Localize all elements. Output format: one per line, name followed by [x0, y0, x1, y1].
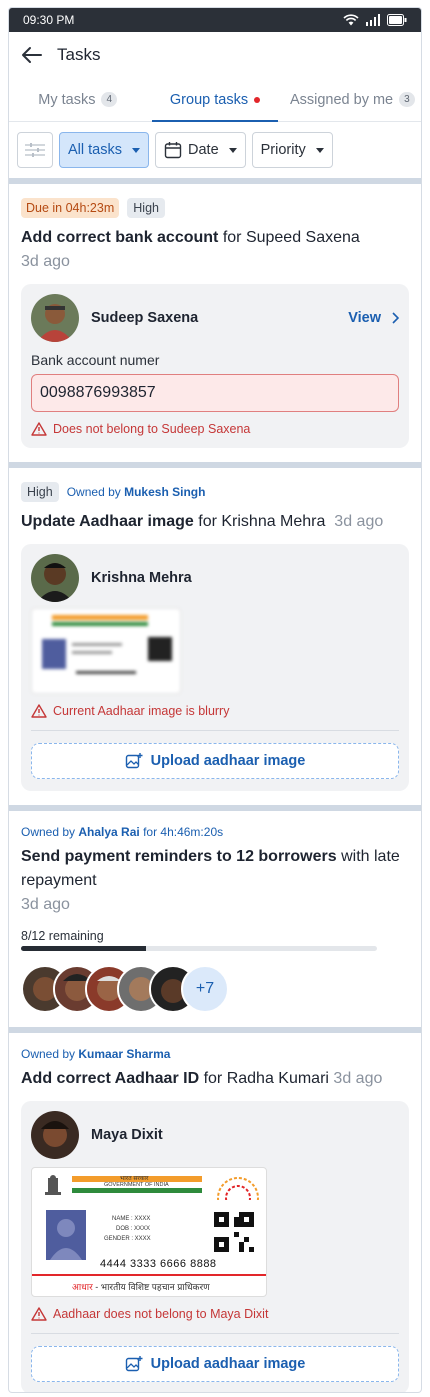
avatar: [31, 554, 79, 602]
task-age: 3d ago: [334, 513, 384, 530]
progress-label: 8/12 remaining: [21, 929, 104, 943]
image-upload-icon: [125, 1356, 143, 1372]
battery-icon: [387, 14, 407, 26]
task-title: Send payment reminders to 12 borrowers w…: [21, 848, 400, 889]
filter-bar: All tasks Date Priority: [9, 122, 421, 178]
tab-label: My tasks: [38, 91, 96, 108]
tab-my-tasks[interactable]: My tasks 4: [9, 78, 146, 121]
wifi-icon: [343, 14, 359, 26]
all-tasks-label: All tasks: [68, 142, 122, 158]
person-name: Sudeep Saxena: [91, 310, 199, 326]
signal-icon: [366, 14, 380, 26]
aadhaar-image-blurry[interactable]: [31, 608, 181, 694]
unread-dot: [254, 96, 261, 103]
task-title: Update Aadhaar image for Krishna Mehra 3…: [21, 513, 384, 530]
avatar: [31, 1111, 79, 1159]
progress-bar: [21, 946, 377, 951]
tab-count-badge: 3: [399, 92, 415, 107]
aadhaar-logo-icon: [217, 1177, 259, 1200]
calendar-icon: [164, 142, 182, 159]
error-message: Aadhaar does not belong to Maya Dixit: [31, 1307, 399, 1321]
bank-account-field[interactable]: 0098876993857: [31, 374, 399, 412]
emblem-icon: [45, 1175, 61, 1195]
warning-icon: [31, 422, 47, 436]
person-name: Maya Dixit: [91, 1127, 163, 1143]
error-message: Current Aadhaar image is blurry: [31, 704, 399, 718]
task-card[interactable]: Owned by Ahalya Rai for 4h:46m:20s Send …: [9, 811, 421, 1027]
error-message: Does not belong to Sudeep Saxena: [31, 422, 399, 436]
person-photo-icon: [46, 1210, 86, 1260]
status-time: 09:30 PM: [23, 13, 75, 27]
aadhaar-card-image[interactable]: भारत सरकार GOVERNMENT OF INDIA NAME : XX…: [31, 1167, 267, 1297]
due-badge: Due in 04h:23m: [21, 198, 120, 218]
owned-by: Owned by Kumaar Sharma: [21, 1047, 171, 1061]
card-name: NAME : XXXX: [112, 1216, 151, 1222]
borrower-avatars[interactable]: +7: [21, 965, 409, 1013]
upload-aadhaar-button[interactable]: Upload aadhaar image: [31, 743, 399, 779]
date-label: Date: [188, 142, 219, 158]
tab-assigned-by-me[interactable]: Assigned by me 3: [284, 78, 421, 121]
tab-bar: My tasks 4 Group tasks Assigned by me 3: [9, 78, 421, 122]
person-name: Krishna Mehra: [91, 570, 192, 586]
priority-label: Priority: [260, 142, 306, 158]
priority-dropdown[interactable]: Priority: [251, 132, 333, 168]
view-button[interactable]: View: [348, 310, 399, 326]
date-dropdown[interactable]: Date: [155, 132, 246, 168]
chevron-down-icon: [315, 147, 324, 153]
field-label: Bank account numer: [31, 352, 160, 368]
task-card[interactable]: Due in 04h:23m High Add correct bank acc…: [9, 184, 421, 462]
card-dob: DOB : XXXX: [116, 1226, 151, 1232]
task-title: Add correct bank account for Supeed Saxe…: [21, 229, 360, 246]
task-detail-panel: Krishna Mehra Current Aadhaar image is b…: [21, 544, 409, 791]
task-age: 3d ago: [333, 1070, 383, 1087]
page-title: Tasks: [57, 45, 101, 64]
tab-label: Assigned by me: [289, 91, 394, 108]
image-upload-icon: [125, 753, 143, 769]
app-header: Tasks: [9, 32, 421, 78]
owned-by: Owned by Ahalya Rai for 4h:46m:20s: [21, 825, 224, 839]
filter-sliders-icon: [25, 143, 45, 157]
task-detail-panel: Sudeep Saxena View Bank account numer 00…: [21, 284, 409, 448]
task-card[interactable]: High Owned by Mukesh Singh Update Aadhaa…: [9, 468, 421, 805]
upload-aadhaar-button[interactable]: Upload aadhaar image: [31, 1346, 399, 1382]
priority-badge: High: [127, 198, 165, 218]
progress-fill: [21, 946, 146, 951]
card-footer: आधार - भारतीय विशिष्ट पहचान प्राधिकरण: [72, 1282, 210, 1292]
chevron-down-icon: [132, 147, 140, 153]
task-age: 3d ago: [21, 896, 70, 913]
status-bar: 09:30 PM: [9, 8, 421, 32]
chevron-right-icon: [392, 312, 399, 324]
chevron-down-icon: [228, 147, 237, 153]
tab-count-badge: 4: [101, 92, 118, 107]
filter-settings-button[interactable]: [17, 132, 53, 168]
task-title: Add correct Aadhaar ID for Radha Kumari …: [21, 1070, 383, 1087]
warning-icon: [31, 704, 47, 718]
tab-group-tasks[interactable]: Group tasks: [146, 78, 283, 122]
tab-label: Group tasks: [169, 91, 249, 108]
back-arrow-icon[interactable]: [21, 44, 43, 66]
card-gender: GENDER : XXXX: [104, 1236, 151, 1242]
phone-frame: 09:30 PM Tasks My tasks 4 Group tasks As…: [8, 7, 422, 1393]
all-tasks-dropdown[interactable]: All tasks: [59, 132, 149, 168]
task-detail-panel: Maya Dixit भारत सरकार GOVERNMENT OF INDI…: [21, 1101, 409, 1392]
priority-badge: High: [21, 482, 59, 502]
gov-english-text: GOVERNMENT OF INDIA: [104, 1182, 169, 1188]
qr-code-icon: [214, 1212, 254, 1252]
owned-by: Owned by Mukesh Singh: [66, 485, 206, 499]
gov-hindi-text: भारत सरकार: [120, 1176, 149, 1182]
avatar: [31, 294, 79, 342]
more-avatars-count: +7: [181, 965, 229, 1013]
warning-icon: [31, 1307, 47, 1321]
task-age: 3d ago: [21, 253, 70, 270]
aadhaar-number: 4444 3333 6666 8888: [100, 1258, 217, 1270]
task-card[interactable]: Owned by Kumaar Sharma Add correct Aadha…: [9, 1033, 421, 1392]
